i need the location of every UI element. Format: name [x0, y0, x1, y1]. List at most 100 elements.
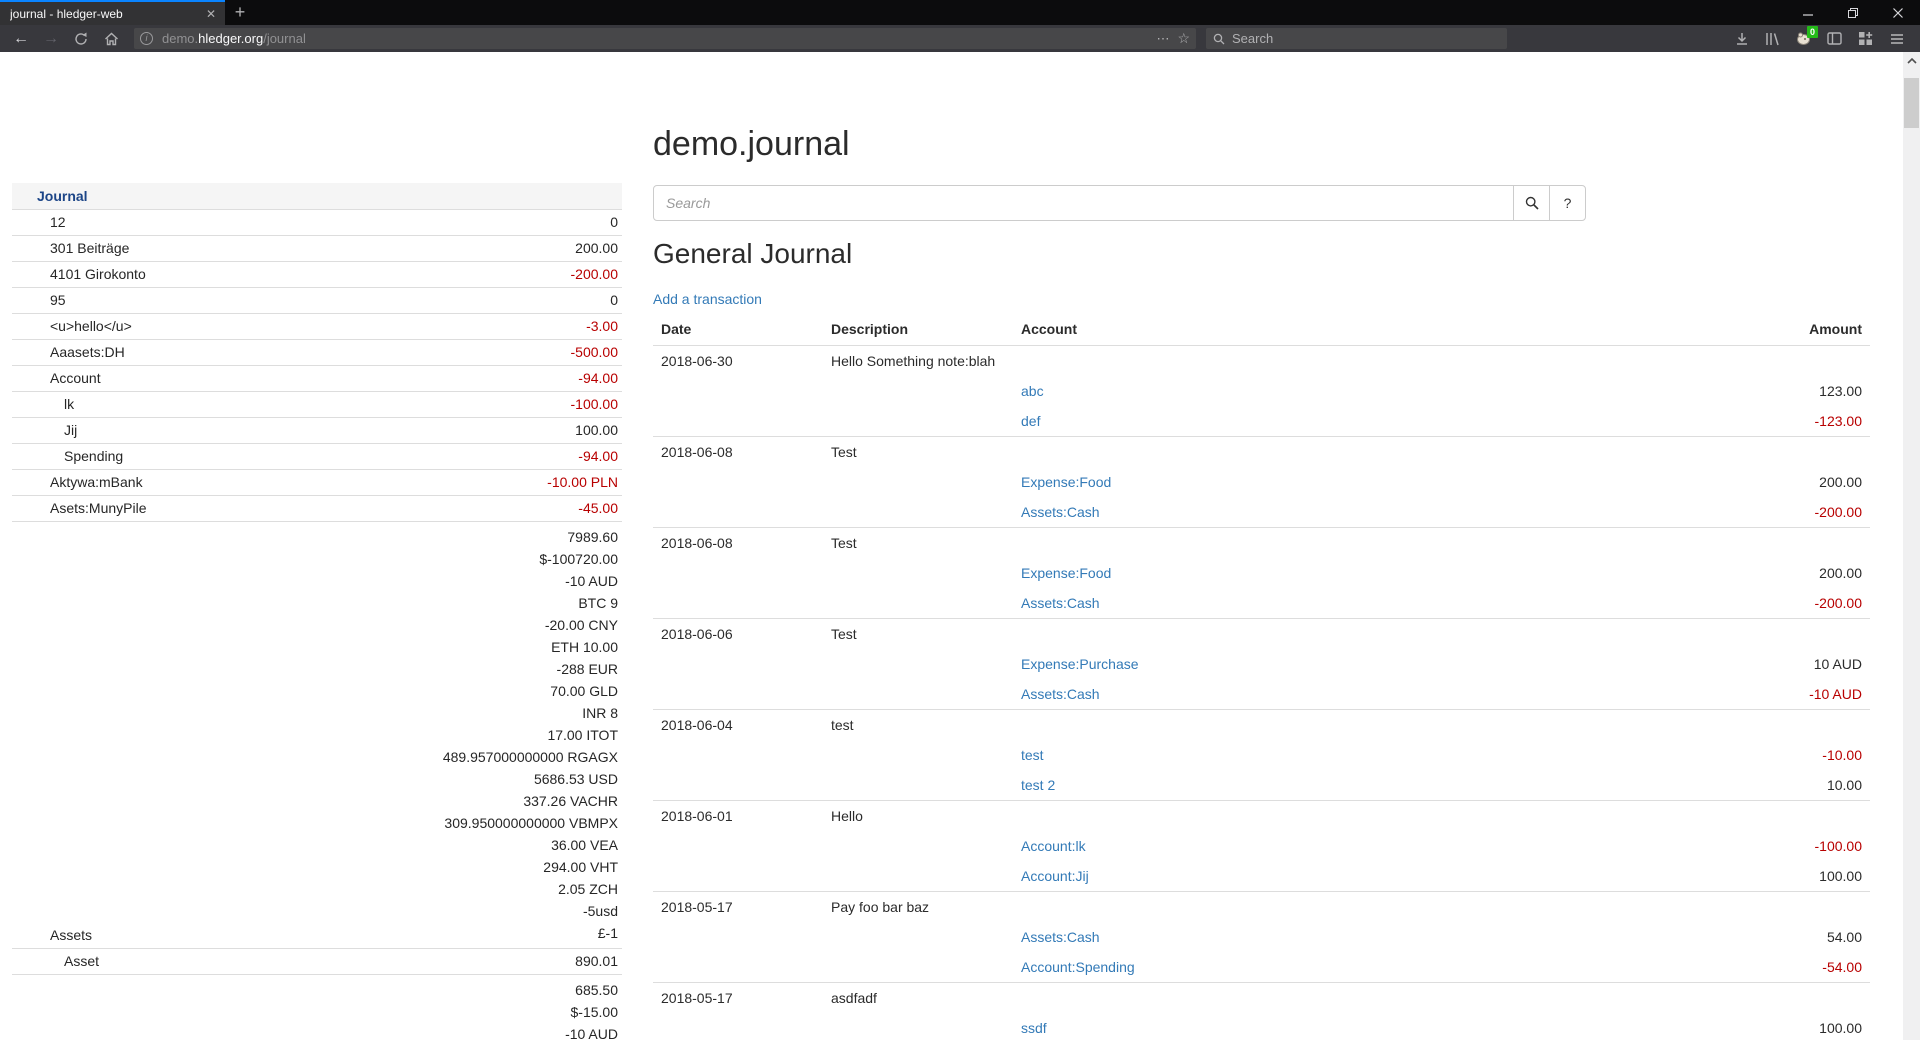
account-name-link[interactable]: 301 Beiträge: [12, 240, 575, 257]
hamburger-menu-icon: [1890, 33, 1904, 45]
empty-cell: [1013, 892, 1670, 923]
posting-account-link[interactable]: Assets:Cash: [1021, 686, 1100, 702]
account-name-link[interactable]: Spending: [12, 448, 578, 465]
account-balance: -100.00: [571, 396, 618, 413]
posting-account-link[interactable]: Assets:Cash: [1021, 504, 1100, 520]
bookmark-star-icon[interactable]: ☆: [1177, 30, 1190, 47]
transaction-description: Pay foo bar baz: [823, 892, 1013, 923]
transaction-header-row: 2018-06-04 test: [653, 710, 1870, 741]
transaction-description: Hello: [823, 801, 1013, 832]
posting-amount: 54.00: [1670, 922, 1870, 952]
account-balance: 17.00 ITOT: [443, 724, 618, 746]
posting-account-link[interactable]: Assets:Cash: [1021, 929, 1100, 945]
apps-grid-button[interactable]: [1850, 27, 1881, 51]
close-button[interactable]: [1875, 0, 1920, 25]
add-transaction-link[interactable]: Add a transaction: [653, 291, 762, 307]
account-balances: 0: [610, 214, 618, 231]
account-name-link[interactable]: Account: [12, 370, 578, 387]
sidebar-account-row: Asets:MunyPile -45.00: [12, 495, 622, 521]
transaction-description: test: [823, 710, 1013, 741]
back-button[interactable]: ←: [6, 27, 36, 51]
empty-cell: [1013, 619, 1670, 650]
posting-account-link[interactable]: Expense:Food: [1021, 565, 1111, 581]
account-balances: -94.00: [578, 370, 618, 387]
restore-button[interactable]: [1830, 0, 1875, 25]
toolbar-search-field[interactable]: Search: [1206, 28, 1507, 49]
empty-cell: [823, 922, 1013, 952]
posting-account-link[interactable]: Account:Jij: [1021, 868, 1089, 884]
vertical-scrollbar[interactable]: [1903, 52, 1920, 1040]
tab-close-icon[interactable]: ✕: [206, 7, 216, 21]
search-submit-button[interactable]: [1513, 185, 1550, 221]
column-header-account: Account: [1013, 313, 1670, 346]
account-name-link[interactable]: 95: [12, 292, 610, 309]
account-name-link[interactable]: Jij: [12, 422, 575, 439]
transaction-header-row: 2018-06-30 Hello Something note:blah: [653, 346, 1870, 377]
posting-account-link[interactable]: abc: [1021, 383, 1044, 399]
posting-account-cell: test: [1013, 740, 1670, 770]
library-button[interactable]: [1757, 27, 1788, 51]
menu-button[interactable]: [1881, 27, 1912, 51]
empty-cell: [653, 740, 823, 770]
forward-button[interactable]: →: [36, 27, 66, 51]
account-name-link[interactable]: 4101 Girokonto: [12, 266, 571, 283]
transaction-block: 2018-05-17 asdfadf ssdf 100.00 tttt -100…: [653, 983, 1870, 1040]
account-name-link[interactable]: Assets: [12, 927, 443, 944]
home-button[interactable]: [96, 27, 126, 51]
sidebar-account-row: Asset 890.01: [12, 948, 622, 974]
posting-account-link[interactable]: Expense:Purchase: [1021, 656, 1139, 672]
site-info-icon[interactable]: i: [140, 32, 153, 45]
minimize-button[interactable]: [1785, 0, 1830, 25]
column-header-amount: Amount: [1670, 313, 1870, 346]
home-icon: [104, 32, 119, 46]
empty-cell: [653, 406, 823, 437]
posting-account-link[interactable]: test: [1021, 747, 1044, 763]
library-icon: [1765, 32, 1780, 46]
browser-tab[interactable]: journal - hledger-web ✕: [0, 0, 225, 25]
posting-account-link[interactable]: Account:Spending: [1021, 959, 1135, 975]
empty-cell: [823, 467, 1013, 497]
download-button[interactable]: [1726, 27, 1757, 51]
posting-account-link[interactable]: Account:lk: [1021, 838, 1086, 854]
posting-account-link[interactable]: Expense:Food: [1021, 474, 1111, 490]
posting-row: def -123.00: [653, 406, 1870, 437]
journal-table: Date Description Account Amount 2018-06-…: [653, 313, 1870, 1040]
posting-account-cell: abc: [1013, 376, 1670, 406]
posting-account-link[interactable]: ssdf: [1021, 1020, 1047, 1036]
new-tab-button[interactable]: +: [225, 0, 255, 25]
sidebar-account-row: Assets 7989.60$-100720.00-10 AUDBTC 9-20…: [12, 521, 622, 948]
journal-link[interactable]: Journal: [37, 188, 88, 204]
account-name-link[interactable]: Aktywa:mBank: [12, 474, 547, 491]
sidebar-toggle-button[interactable]: [1819, 27, 1850, 51]
browser-toolbar: ← → i demo.hledger.org/journal ⋯ ☆ Searc…: [0, 25, 1920, 52]
search-help-button[interactable]: ?: [1549, 185, 1586, 221]
posting-account-link[interactable]: test 2: [1021, 777, 1055, 793]
account-balance: -94.00: [578, 448, 618, 465]
empty-cell: [1013, 801, 1670, 832]
empty-cell: [1013, 346, 1670, 377]
account-name-link[interactable]: Asets:MunyPile: [12, 500, 578, 517]
scrollbar-thumb[interactable]: [1904, 78, 1919, 128]
url-bar[interactable]: i demo.hledger.org/journal ⋯ ☆: [134, 28, 1196, 49]
posting-amount: 10 AUD: [1670, 649, 1870, 679]
account-balance: -20.00 CNY: [443, 614, 618, 636]
posting-row: Expense:Purchase 10 AUD: [653, 649, 1870, 679]
empty-cell: [823, 1013, 1013, 1040]
journal-search-input[interactable]: [653, 185, 1514, 221]
account-name-link[interactable]: lk: [12, 396, 571, 413]
extension-button[interactable]: 0: [1788, 27, 1819, 51]
posting-account-link[interactable]: def: [1021, 413, 1040, 429]
apps-grid-icon: [1858, 31, 1873, 46]
posting-row: Account:Spending -54.00: [653, 952, 1870, 983]
account-name-link[interactable]: Aaasets:DH: [12, 344, 571, 361]
posting-account-link[interactable]: Assets:Cash: [1021, 595, 1100, 611]
account-name-link[interactable]: Asset: [12, 953, 575, 970]
account-name-link[interactable]: 12: [12, 214, 610, 231]
account-balances: -100.00: [571, 396, 618, 413]
reload-button[interactable]: [66, 27, 96, 51]
page-actions-icon[interactable]: ⋯: [1156, 31, 1169, 47]
account-name-link[interactable]: <u>hello</u>: [12, 318, 586, 335]
sidebar-account-row: Cash 685.50$-15.00-10 AUD-30.00 USD: [12, 974, 622, 1040]
account-balances: 100.00: [575, 422, 618, 439]
scroll-up-button[interactable]: [1903, 52, 1920, 69]
